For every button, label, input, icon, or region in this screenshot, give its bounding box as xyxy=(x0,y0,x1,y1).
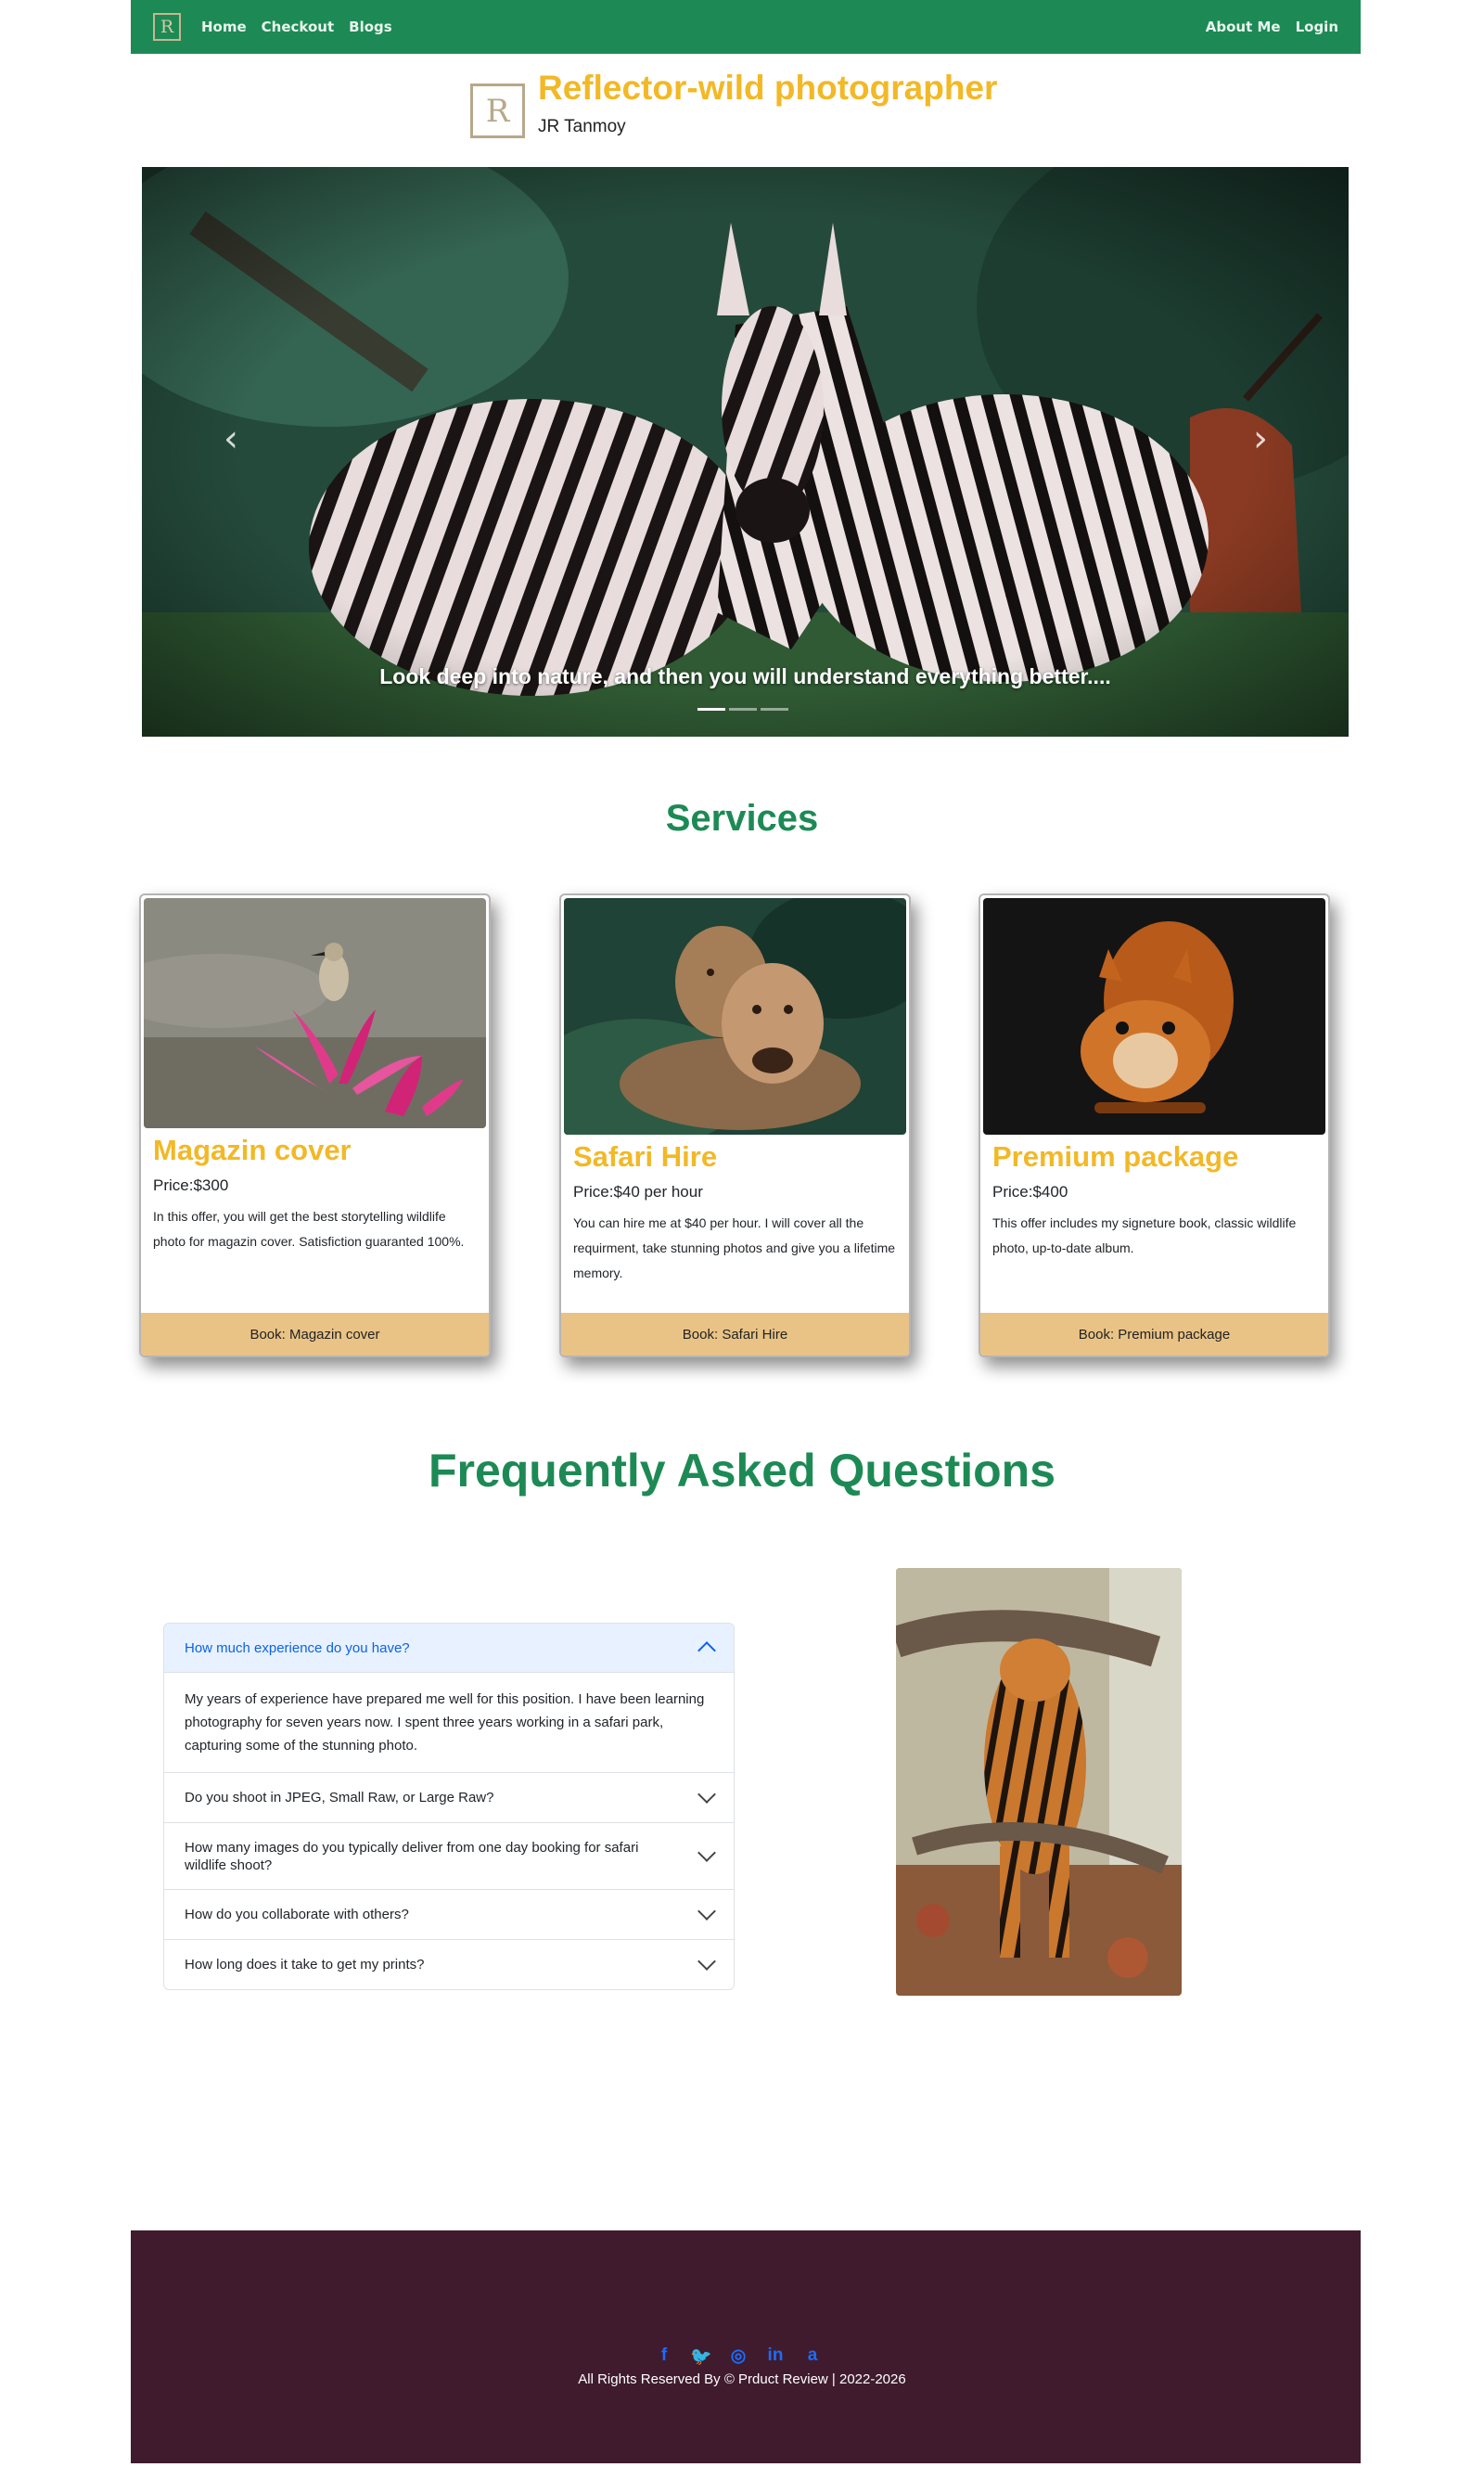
card-title: Safari Hire xyxy=(573,1140,718,1173)
faq-item: How long does it take to get my prints? xyxy=(164,1939,734,1989)
brand-subtitle: JR Tanmoy xyxy=(538,116,626,136)
linkedin-icon[interactable]: in xyxy=(763,2345,787,2368)
faq-question-text: How long does it take to get my prints? xyxy=(185,1957,425,1972)
card-text: You can hire me at $40 per hour. I will … xyxy=(573,1215,896,1280)
faq-item: How much experience do you have? My year… xyxy=(164,1624,734,1772)
chevron-down-icon xyxy=(697,1843,716,1862)
brand-title: Reflector-wild photographer xyxy=(538,69,998,107)
social-links: f 🐦 ◎ in a xyxy=(0,2345,1484,2368)
faq-question-1[interactable]: How much experience do you have? xyxy=(164,1624,734,1672)
chevron-down-icon xyxy=(697,1901,716,1921)
book-premium-package-button[interactable]: Book: Premium package xyxy=(980,1313,1328,1356)
faq-question-text: Do you shoot in JPEG, Small Raw, or Larg… xyxy=(185,1790,494,1805)
twitter-icon[interactable]: 🐦 xyxy=(689,2345,713,2368)
carousel-caption: Look deep into nature, and then you will… xyxy=(379,664,1111,688)
service-card-magazin: Magazin cover Price:$300 In this offer, … xyxy=(139,893,491,1357)
navbar: R Home Checkout Blogs About Me Login xyxy=(131,0,1361,54)
card-price: Price:$400 xyxy=(992,1183,1068,1201)
nav-logo[interactable]: R xyxy=(153,13,181,41)
facebook-icon[interactable]: f xyxy=(652,2345,676,2368)
nav-link-login[interactable]: Login xyxy=(1296,19,1338,35)
faq-item: How many images do you typically deliver… xyxy=(164,1822,734,1889)
faq-question-5[interactable]: How long does it take to get my prints? xyxy=(164,1940,734,1989)
services-title: Services xyxy=(665,798,819,839)
carousel-indicator-2[interactable] xyxy=(729,708,757,711)
nav-link-about-me[interactable]: About Me xyxy=(1206,19,1281,35)
faq-question-text: How do you collaborate with others? xyxy=(185,1907,409,1922)
chevron-down-icon xyxy=(697,1784,716,1804)
book-safari-hire-button[interactable]: Book: Safari Hire xyxy=(561,1313,909,1356)
lions-photo xyxy=(564,898,906,1135)
nav-link-blogs[interactable]: Blogs xyxy=(349,19,392,35)
card-price: Price:$40 per hour xyxy=(573,1183,703,1201)
nav-link-home[interactable]: Home xyxy=(201,19,247,35)
service-card-safari: Safari Hire Price:$40 per hour You can h… xyxy=(559,893,911,1357)
faq-answer-1: My years of experience have prepared me … xyxy=(164,1672,734,1772)
nav-links: Home Checkout Blogs xyxy=(201,19,392,35)
book-magazin-cover-button[interactable]: Book: Magazin cover xyxy=(141,1313,489,1356)
amazon-icon[interactable]: a xyxy=(800,2345,825,2368)
squirrel-photo xyxy=(983,898,1325,1135)
zebra-photo xyxy=(142,167,1349,737)
logo-letter: R xyxy=(160,16,174,37)
faq-question-2[interactable]: Do you shoot in JPEG, Small Raw, or Larg… xyxy=(164,1773,734,1822)
card-price: Price:$300 xyxy=(153,1176,229,1194)
card-title: Magazin cover xyxy=(153,1134,352,1166)
card-title: Premium package xyxy=(992,1140,1239,1173)
faq-item: How do you collaborate with others? xyxy=(164,1889,734,1939)
faq-question-3[interactable]: How many images do you typically deliver… xyxy=(164,1823,734,1889)
chevron-up-icon xyxy=(697,1641,716,1660)
brand-logo: R xyxy=(470,84,525,138)
service-card-premium: Premium package Price:$400 This offer in… xyxy=(979,893,1330,1357)
brand-header: R Reflector-wild photographer JR Tanmoy xyxy=(470,69,998,138)
carousel-prev-button[interactable]: ‹ xyxy=(224,418,238,460)
copyright-text: All Rights Reserved By © Prduct Review |… xyxy=(578,2371,906,2387)
carousel-indicator-3[interactable] xyxy=(761,708,788,711)
bird-lotus-photo xyxy=(144,898,486,1128)
faq-title: Frequently Asked Questions xyxy=(428,1445,1056,1497)
faq-question-text: How much experience do you have? xyxy=(185,1639,410,1656)
faq-item: Do you shoot in JPEG, Small Raw, or Larg… xyxy=(164,1772,734,1822)
faq-question-text: How many images do you typically deliver… xyxy=(185,1839,639,1873)
faq-accordion: How much experience do you have? My year… xyxy=(163,1623,735,1990)
nav-link-checkout[interactable]: Checkout xyxy=(262,19,334,35)
card-text: This offer includes my signeture book, c… xyxy=(992,1215,1297,1255)
hero-carousel[interactable]: ‹ › Look deep into nature, and then you … xyxy=(142,167,1349,737)
carousel-indicators xyxy=(697,708,788,711)
nav-right-links: About Me Login xyxy=(1206,19,1338,35)
card-text: In this offer, you will get the best sto… xyxy=(153,1209,465,1249)
chevron-down-icon xyxy=(697,1951,716,1971)
brand-logo-letter: R xyxy=(485,92,510,130)
github-icon[interactable]: ◎ xyxy=(726,2345,750,2368)
carousel-indicator-1[interactable] xyxy=(697,708,725,711)
carousel-next-button[interactable]: › xyxy=(1253,418,1268,460)
faq-question-4[interactable]: How do you collaborate with others? xyxy=(164,1890,734,1939)
tiger-photo xyxy=(896,1568,1182,1996)
